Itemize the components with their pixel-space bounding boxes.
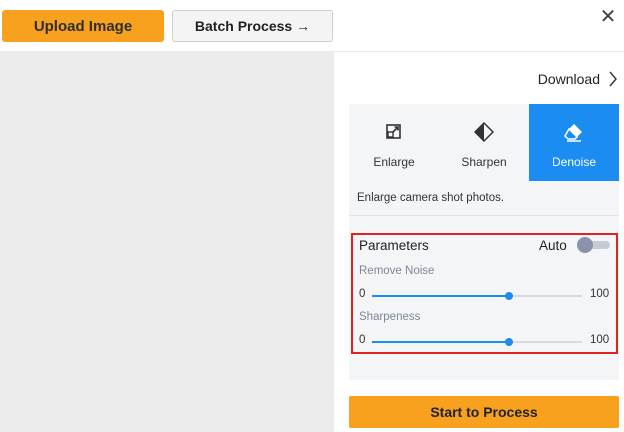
auto-label: Auto xyxy=(539,238,567,253)
close-icon[interactable]: ✕ xyxy=(597,6,619,28)
tab-denoise-label: Denoise xyxy=(551,155,597,169)
mode-description: Enlarge camera shot photos. xyxy=(349,181,619,216)
remove-noise-min: 0 xyxy=(359,288,366,300)
image-canvas[interactable] xyxy=(0,52,334,432)
auto-toggle[interactable] xyxy=(577,237,610,253)
tab-enlarge-label: Enlarge xyxy=(373,155,415,169)
settings-panel: Download Enlarge Sharpen Denoise Enlarge… xyxy=(334,52,624,432)
parameters-title: Parameters xyxy=(359,238,429,253)
enhance-card: Enlarge Sharpen Denoise Enlarge camera s… xyxy=(349,104,619,380)
chevron-right-icon xyxy=(609,71,617,87)
remove-noise-fill xyxy=(372,295,509,297)
top-toolbar: Upload Image Batch Process → ✕ xyxy=(0,0,624,52)
batch-process-button[interactable]: Batch Process → xyxy=(172,10,333,42)
remove-noise-thumb[interactable] xyxy=(504,292,513,300)
sharpen-icon xyxy=(439,122,529,142)
tab-sharpen-label: Sharpen xyxy=(461,155,507,169)
sharpeness-thumb[interactable] xyxy=(504,338,513,346)
tab-denoise[interactable]: Denoise xyxy=(529,104,619,181)
remove-noise-label: Remove Noise xyxy=(359,265,435,277)
sharpeness-label: Sharpeness xyxy=(359,311,421,323)
toggle-knob[interactable] xyxy=(577,237,593,253)
sharpeness-fill xyxy=(372,341,509,343)
sharpeness-slider[interactable] xyxy=(372,338,582,346)
eraser-icon xyxy=(529,122,619,142)
download-link[interactable]: Download xyxy=(538,68,618,90)
sharpeness-min: 0 xyxy=(359,334,366,346)
enlarge-icon xyxy=(349,122,439,142)
tab-enlarge[interactable]: Enlarge xyxy=(349,104,439,181)
download-label: Download xyxy=(537,71,600,87)
mode-tabs: Enlarge Sharpen Denoise xyxy=(349,104,619,181)
remove-noise-slider[interactable] xyxy=(372,292,582,300)
sharpeness-max: 100 xyxy=(590,334,610,346)
parameters-box: Parameters Auto Remove Noise 0 100 Sharp… xyxy=(351,233,618,354)
tab-sharpen[interactable]: Sharpen xyxy=(439,104,529,181)
remove-noise-max: 100 xyxy=(590,288,610,300)
upload-image-button[interactable]: Upload Image xyxy=(2,10,164,42)
start-process-button[interactable]: Start to Process xyxy=(349,396,619,428)
